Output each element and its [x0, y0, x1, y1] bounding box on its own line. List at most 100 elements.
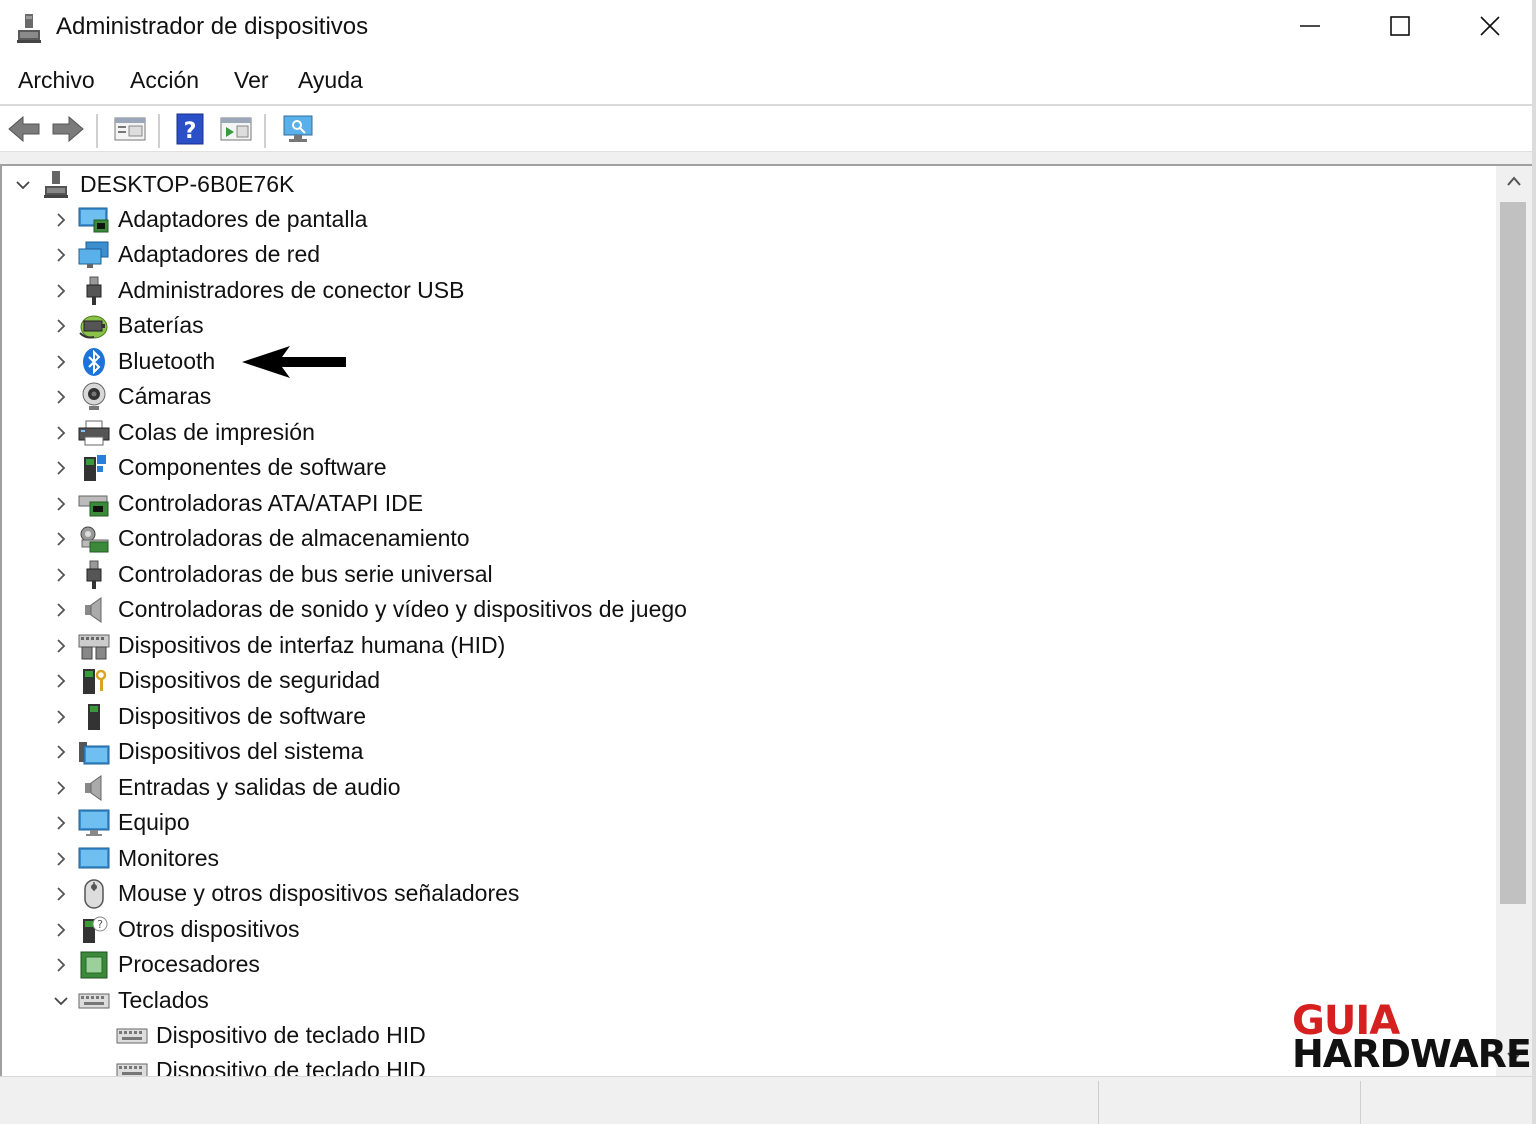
back-button[interactable] [6, 113, 42, 149]
chevron-right-icon[interactable] [50, 209, 72, 231]
chevron-right-icon[interactable] [50, 670, 72, 692]
chevron-right-icon[interactable] [50, 315, 72, 337]
menu-ver[interactable]: Ver [234, 67, 269, 94]
tree-item-sistema[interactable]: Dispositivos del sistema [50, 734, 363, 769]
tree-item-label: Procesadores [118, 951, 260, 977]
chevron-right-icon[interactable] [50, 528, 72, 550]
chevron-right-icon[interactable] [50, 457, 72, 479]
tree-item-procesadores[interactable]: Procesadores [50, 947, 260, 982]
tree-root-label: DESKTOP-6B0E76K [80, 171, 295, 197]
chevron-down-icon[interactable] [12, 174, 34, 196]
svg-text:?: ? [97, 918, 103, 931]
tree-item-bus-serie-universal[interactable]: Controladoras de bus serie universal [50, 557, 493, 592]
chevron-right-icon[interactable] [50, 564, 72, 586]
menu-ayuda[interactable]: Ayuda [298, 67, 363, 94]
back-arrow-icon [7, 115, 41, 148]
window-border [1532, 0, 1536, 1124]
tree-subitem-label: Dispositivo de teclado HID [156, 1057, 426, 1076]
audio-io-icon [78, 772, 110, 804]
tree-item-ata-ide[interactable]: Controladoras ATA/ATAPI IDE [50, 486, 423, 521]
mouse-icon [78, 878, 110, 910]
tree-item-teclados[interactable]: Teclados [50, 983, 209, 1018]
chevron-right-icon[interactable] [50, 777, 72, 799]
help-button[interactable]: ? [172, 113, 208, 149]
tree-item-usb-connector[interactable]: Administradores de conector USB [50, 273, 464, 308]
tree-item-label: Administradores de conector USB [118, 277, 465, 303]
system-device-icon [78, 736, 110, 768]
menu-accion[interactable]: Acción [130, 67, 199, 94]
tree-item-label: Adaptadores de red [118, 241, 321, 267]
tree-item-colas-impresion[interactable]: Colas de impresión [50, 415, 315, 450]
chevron-right-icon[interactable] [50, 386, 72, 408]
usb-controller-icon [78, 559, 110, 591]
chevron-right-icon[interactable] [50, 280, 72, 302]
maximize-button[interactable] [1355, 0, 1445, 56]
tree-item-label: Componentes de software [118, 454, 387, 480]
chevron-right-icon[interactable] [50, 493, 72, 515]
properties-icon [114, 115, 146, 148]
chevron-right-icon[interactable] [50, 599, 72, 621]
tree-item-label: Dispositivos de interfaz humana (HID) [118, 632, 506, 658]
other-device-icon: ? [78, 914, 110, 946]
tree-item-otros[interactable]: ? Otros dispositivos [50, 912, 300, 947]
tree-item-dispositivos-software[interactable]: Dispositivos de software [50, 699, 366, 734]
vertical-scrollbar[interactable] [1496, 166, 1532, 1076]
tree-item-camaras[interactable]: Cámaras [50, 379, 211, 414]
tree-item-monitores[interactable]: Monitores [50, 841, 219, 876]
software-device-icon [78, 701, 110, 733]
chevron-right-icon[interactable] [50, 883, 72, 905]
printer-icon [78, 417, 110, 449]
chevron-right-icon[interactable] [50, 954, 72, 976]
tree-subitem-keyboard[interactable]: Dispositivo de teclado HID [110, 1053, 426, 1076]
chevron-right-icon[interactable] [50, 244, 72, 266]
status-separator [1360, 1081, 1361, 1124]
tree-item-sonido-video[interactable]: Controladoras de sonido y vídeo y dispos… [50, 592, 687, 627]
svg-text:?: ? [184, 119, 197, 144]
menu-archivo[interactable]: Archivo [18, 67, 95, 94]
toolbar-divider [0, 151, 1536, 164]
tree-item-baterias[interactable]: Baterías [50, 308, 204, 343]
toolbar: ? [0, 104, 1536, 154]
forward-arrow-icon [51, 115, 85, 148]
computer-root-icon [40, 169, 72, 201]
tree-item-almacenamiento[interactable]: Controladoras de almacenamiento [50, 521, 470, 556]
close-button[interactable] [1445, 0, 1535, 56]
usb-connector-icon [78, 275, 110, 307]
tree-item-equipo[interactable]: Equipo [50, 805, 190, 840]
chevron-right-icon[interactable] [50, 812, 72, 834]
tree-root[interactable]: DESKTOP-6B0E76K [12, 167, 294, 202]
tree-item-audio-io[interactable]: Entradas y salidas de audio [50, 770, 401, 805]
scroll-up-button[interactable] [1496, 166, 1532, 200]
update-driver-button[interactable] [218, 113, 254, 149]
chevron-right-icon[interactable] [50, 848, 72, 870]
tree-item-adaptadores-pantalla[interactable]: Adaptadores de pantalla [50, 202, 367, 237]
chevron-right-icon[interactable] [50, 635, 72, 657]
chevron-right-icon[interactable] [50, 919, 72, 941]
maximize-icon [1389, 15, 1411, 42]
scan-hardware-button[interactable] [280, 113, 316, 149]
chevron-right-icon[interactable] [50, 351, 72, 373]
tree-item-label: Colas de impresión [118, 419, 315, 445]
tree-item-componentes-software[interactable]: Componentes de software [50, 450, 387, 485]
chevron-right-icon[interactable] [50, 741, 72, 763]
tree-item-adaptadores-red[interactable]: Adaptadores de red [50, 237, 320, 272]
forward-button[interactable] [50, 113, 86, 149]
ide-controller-icon [78, 488, 110, 520]
chevron-right-icon[interactable] [50, 706, 72, 728]
minimize-button[interactable] [1265, 0, 1355, 56]
tree-item-seguridad[interactable]: Dispositivos de seguridad [50, 663, 380, 698]
tree-item-label: Teclados [118, 987, 209, 1013]
properties-button[interactable] [112, 113, 148, 149]
chevron-down-icon[interactable] [50, 990, 72, 1012]
tree-item-hid[interactable]: Dispositivos de interfaz humana (HID) [50, 628, 505, 663]
tree-item-label: Bluetooth [118, 348, 216, 374]
device-tree[interactable]: DESKTOP-6B0E76K Adaptadores de pantalla … [0, 164, 1532, 1076]
toolbar-separator [264, 114, 266, 148]
tree-item-label: Adaptadores de pantalla [118, 206, 368, 232]
scroll-thumb[interactable] [1500, 202, 1526, 904]
tree-subitem-label: Dispositivo de teclado HID [156, 1022, 426, 1048]
tree-item-mouse[interactable]: Mouse y otros dispositivos señaladores [50, 876, 519, 911]
chevron-right-icon[interactable] [50, 422, 72, 444]
tree-subitem-keyboard[interactable]: Dispositivo de teclado HID [110, 1018, 426, 1053]
tree-item-bluetooth[interactable]: Bluetooth [50, 344, 215, 379]
